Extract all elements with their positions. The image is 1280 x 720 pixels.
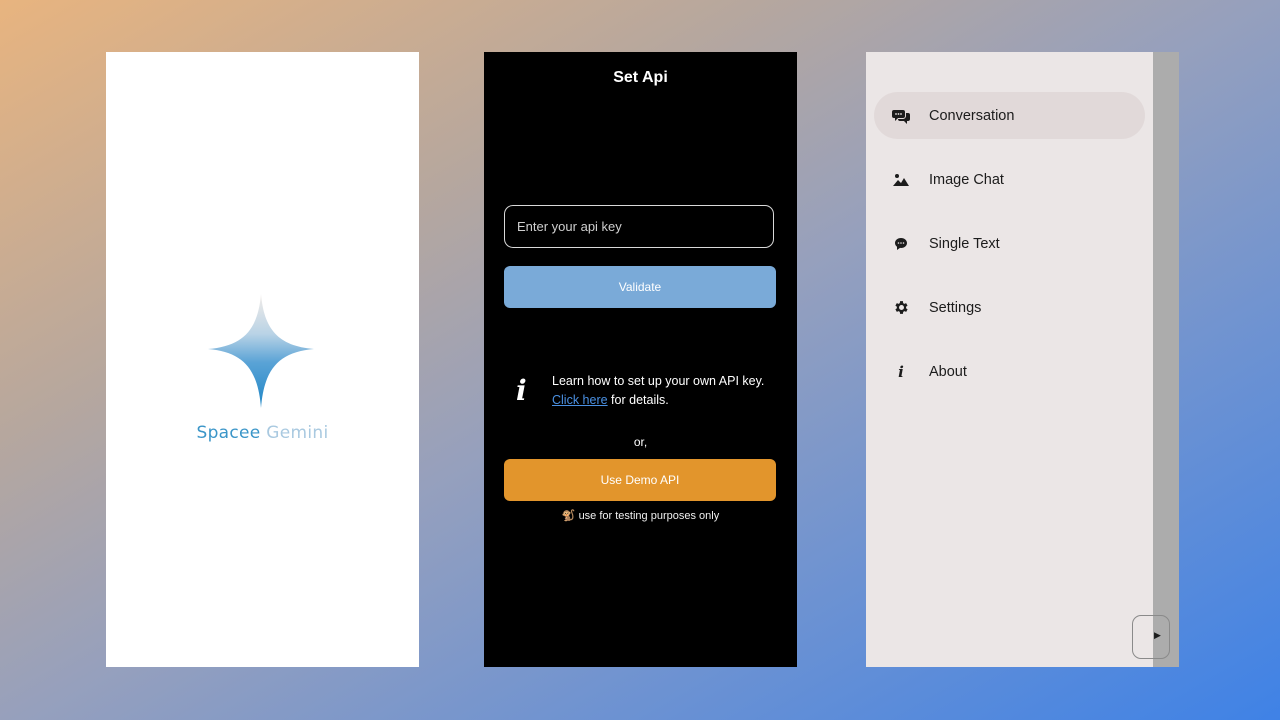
navigation-drawer: Conversation Image Chat Single Text Sett… <box>866 52 1153 667</box>
api-help-text: Learn how to set up your own API key. Cl… <box>552 372 772 410</box>
brand-part-1: Spacee <box>196 423 261 443</box>
nav-item-single-text[interactable]: Single Text <box>874 220 1145 267</box>
demo-note: 🐒 use for testing purposes only <box>484 509 797 522</box>
help-text-before: Learn how to set up your own API key. <box>552 374 765 388</box>
drawer-screen: Conversation Image Chat Single Text Sett… <box>866 52 1179 667</box>
nav-label-single-text: Single Text <box>929 235 1000 252</box>
or-separator: or, <box>633 435 648 449</box>
nav-item-about[interactable]: i About <box>874 348 1145 395</box>
validate-button[interactable]: Validate <box>504 266 776 308</box>
gemini-star-logo <box>208 294 314 408</box>
page-title: Set Api <box>613 69 668 86</box>
api-key-input[interactable] <box>504 205 774 248</box>
use-demo-api-button[interactable]: Use Demo API <box>504 459 776 501</box>
nav-item-image-chat[interactable]: Image Chat <box>874 156 1145 203</box>
click-here-link[interactable]: Click here <box>552 393 608 407</box>
set-api-screen: Set Api Validate i Learn how to set up y… <box>484 52 797 667</box>
gear-icon <box>892 299 910 317</box>
nav-label-about: About <box>929 363 967 380</box>
app-brand-name: Spacee Gemini <box>106 423 419 443</box>
send-button[interactable]: ▶ <box>1132 615 1170 659</box>
single-chat-icon <box>892 235 910 253</box>
chat-bubbles-icon <box>892 107 910 125</box>
nav-label-conversation: Conversation <box>929 107 1015 124</box>
nav-label-image-chat: Image Chat <box>929 171 1004 188</box>
send-arrow-icon: ▶ <box>1154 630 1161 640</box>
splash-screen: Spacee Gemini <box>106 52 419 667</box>
info-icon: i <box>516 374 527 407</box>
brand-part-2: Gemini <box>260 423 329 443</box>
info-icon: i <box>898 362 904 381</box>
help-text-after: for details. <box>607 393 669 407</box>
nav-item-settings[interactable]: Settings <box>874 284 1145 331</box>
monkey-emoji-icon: 🐒 <box>561 510 576 522</box>
image-icon <box>892 171 910 189</box>
demo-note-text: use for testing purposes only <box>578 510 720 522</box>
nav-label-settings: Settings <box>929 299 982 316</box>
nav-item-conversation[interactable]: Conversation <box>874 92 1145 139</box>
